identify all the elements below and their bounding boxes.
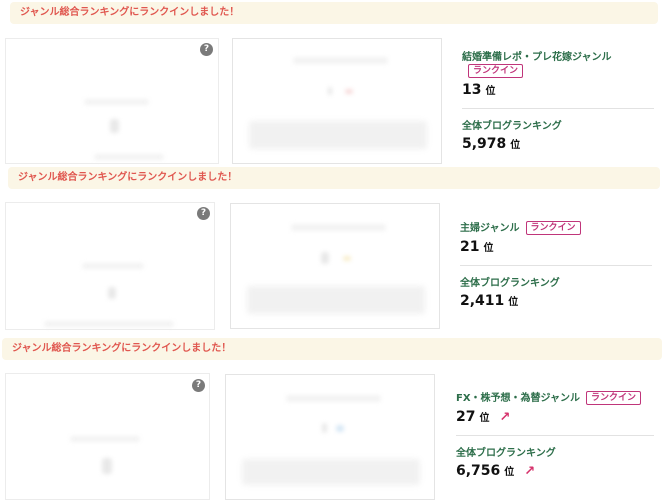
overall-rank-number: 5,978 xyxy=(462,136,507,152)
blog-preview-card[interactable] xyxy=(225,374,435,500)
rank-unit: 位 xyxy=(485,86,496,97)
genre-rank: 21 位 xyxy=(460,239,652,255)
divider xyxy=(456,435,654,436)
rankin-banner: ジャンル総合ランキングにランクインしました！ xyxy=(10,2,658,24)
rankin-banner: ジャンル総合ランキングにランクインしました！ xyxy=(2,338,662,360)
genre-name[interactable]: 主婦ジャンル xyxy=(460,223,520,234)
overall-ranking-label[interactable]: 全体ブログランキング xyxy=(460,274,652,289)
ranking-info: 結婚準備レポ・プレ花嫁ジャンルランクイン 13 位 全体ブログランキング 5,9… xyxy=(462,51,654,152)
overall-rank: 2,411 位 xyxy=(460,293,652,309)
blog-preview-card[interactable] xyxy=(230,203,440,329)
genre-name[interactable]: FX・株予想・為替ジャンル xyxy=(456,393,580,404)
overall-rank-number: 6,756 xyxy=(456,463,501,479)
rank-unit: 位 xyxy=(508,297,519,308)
ranking-info: FX・株予想・為替ジャンル ランクイン 27 位 ↗ 全体ブログランキング 6,7… xyxy=(456,391,654,479)
genre-label: FX・株予想・為替ジャンル ランクイン xyxy=(456,391,654,405)
genre-rank-number: 21 xyxy=(460,239,480,255)
trend-up-arrow-icon: ↗ xyxy=(524,464,536,479)
blog-thumbnail-card[interactable] xyxy=(5,373,210,500)
help-icon[interactable]: ? xyxy=(200,43,213,56)
genre-label: 主婦ジャンル ランクイン xyxy=(460,221,652,235)
divider xyxy=(460,265,652,266)
rank-unit: 位 xyxy=(504,467,515,478)
trend-up-arrow-icon: ↗ xyxy=(499,410,511,425)
blog-preview-card[interactable] xyxy=(232,38,442,164)
rank-unit: 位 xyxy=(483,243,494,254)
genre-rank: 13 位 xyxy=(462,82,654,98)
rank-unit: 位 xyxy=(479,413,490,424)
help-icon[interactable]: ? xyxy=(192,379,205,392)
ranking-info: 主婦ジャンル ランクイン 21 位 全体ブログランキング 2,411 位 xyxy=(460,221,652,309)
rankin-badge: ランクイン xyxy=(468,64,524,78)
overall-ranking-label[interactable]: 全体ブログランキング xyxy=(462,117,654,132)
blog-thumbnail-card[interactable] xyxy=(5,38,219,164)
genre-rank-number: 13 xyxy=(462,82,482,98)
genre-name[interactable]: 結婚準備レポ・プレ花嫁ジャンル xyxy=(462,52,612,63)
genre-label: 結婚準備レポ・プレ花嫁ジャンルランクイン xyxy=(462,51,654,78)
rankin-badge: ランクイン xyxy=(525,221,581,235)
rank-unit: 位 xyxy=(510,140,521,151)
rankin-banner: ジャンル総合ランキングにランクインしました！ xyxy=(8,167,660,189)
overall-rank-number: 2,411 xyxy=(460,293,505,309)
genre-rank-number: 27 xyxy=(456,409,476,425)
divider xyxy=(462,108,654,109)
overall-rank: 6,756 位 ↗ xyxy=(456,463,654,479)
rankin-badge: ランクイン xyxy=(586,391,642,405)
overall-rank: 5,978 位 xyxy=(462,136,654,152)
overall-ranking-label[interactable]: 全体ブログランキング xyxy=(456,444,654,459)
genre-rank: 27 位 ↗ xyxy=(456,409,654,425)
blog-thumbnail-card[interactable] xyxy=(5,202,215,330)
help-icon[interactable]: ? xyxy=(197,207,210,220)
